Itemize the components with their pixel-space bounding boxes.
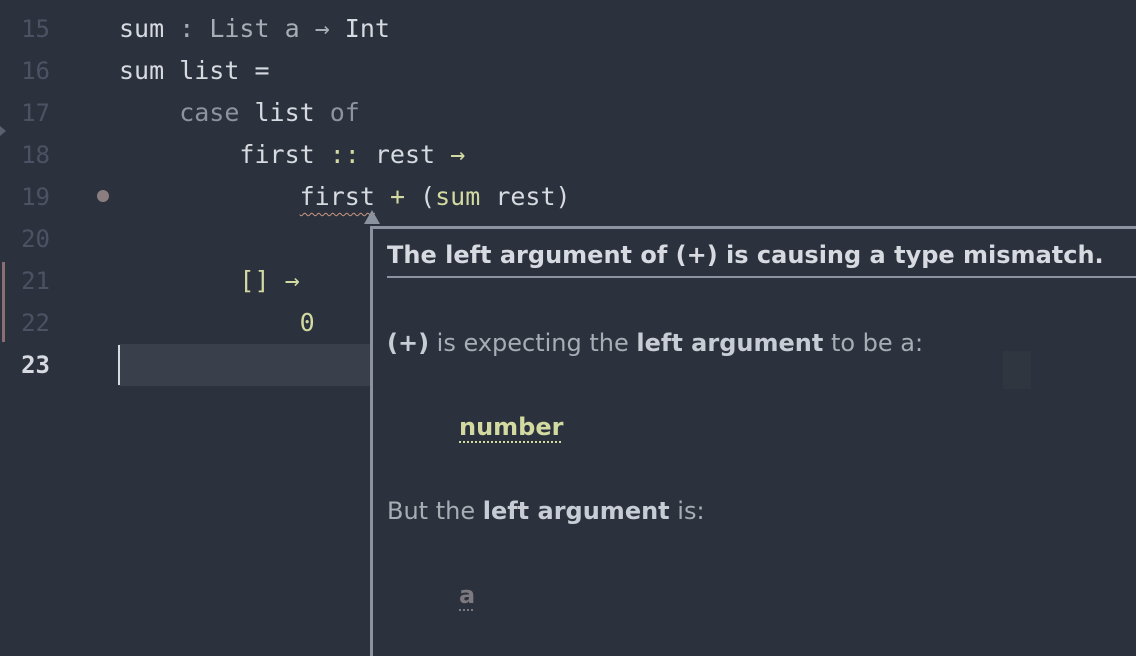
code-token: Int [344, 14, 390, 43]
code-token: 0 [119, 308, 315, 337]
line-number: 17 [21, 99, 50, 127]
code-token: :: [329, 140, 360, 169]
line-number: 22 [21, 309, 50, 337]
type-error-tooltip: The left argument of (+) is causing a ty… [370, 226, 1136, 656]
text-cursor [118, 345, 120, 385]
code-token: → [450, 140, 466, 169]
code-line[interactable]: 19 first + (sum rest) [0, 176, 1136, 218]
expectation-end: to be a: [823, 329, 924, 357]
code-token: → [299, 14, 345, 43]
actual-end: is: [669, 497, 705, 525]
code-token: : [164, 14, 210, 43]
code-token: first [119, 140, 330, 169]
code-text: case list of [119, 100, 360, 126]
code-line[interactable]: 16 sum list = [0, 50, 1136, 92]
actual-bold: left argument [482, 497, 670, 525]
line-number: 20 [21, 225, 50, 253]
code-token: rest [359, 140, 451, 169]
code-token: List a [209, 14, 300, 43]
code-token: sum [435, 182, 481, 211]
popup-shade [1003, 351, 1031, 389]
code-token: first [299, 182, 375, 211]
expectation-bold: left argument [636, 329, 824, 357]
code-line[interactable]: 18 first :: rest → [0, 134, 1136, 176]
actual-type[interactable]: a [459, 581, 475, 609]
code-token: ( [420, 182, 436, 211]
code-text: first + (sum rest) [119, 184, 571, 210]
actual-start: But the [387, 497, 483, 525]
line-number: 16 [21, 57, 50, 85]
code-text: first :: rest → [119, 142, 465, 168]
actual-text: But the left argument is: [387, 497, 705, 525]
code-line[interactable]: 17 case list of [0, 92, 1136, 134]
line-number: 19 [21, 183, 50, 211]
expectation-text: (+) is expecting the left argument to be… [387, 329, 923, 357]
code-token: sum [119, 14, 165, 43]
line-number: 21 [21, 267, 50, 295]
operator-name: (+) [387, 329, 430, 357]
line-number: 15 [21, 15, 50, 43]
expected-type[interactable]: number [459, 413, 563, 441]
code-text: [] → [119, 266, 300, 295]
heading-rule [387, 276, 1136, 278]
code-text: 0 [119, 310, 315, 336]
code-token: = [254, 56, 270, 85]
code-text: sum list = [119, 58, 270, 84]
code-token: + [374, 182, 421, 211]
code-token: sum list [119, 56, 255, 85]
code-token: → [284, 266, 300, 295]
code-token: list [254, 98, 315, 127]
line-number: 23 [21, 351, 50, 379]
code-token: rest) [480, 182, 571, 211]
error-heading: The left argument of (+) is causing a ty… [387, 241, 1104, 269]
code-text: sum : List a → Int [119, 16, 390, 42]
tooltip-pointer-icon [364, 210, 380, 224]
line-number: 18 [21, 141, 50, 169]
code-token: of [314, 98, 360, 127]
expectation-mid: is expecting the [429, 329, 637, 357]
code-token: [] [119, 266, 285, 295]
code-line[interactable]: 15 sum : List a → Int [0, 8, 1136, 50]
code-token: case [119, 98, 255, 127]
